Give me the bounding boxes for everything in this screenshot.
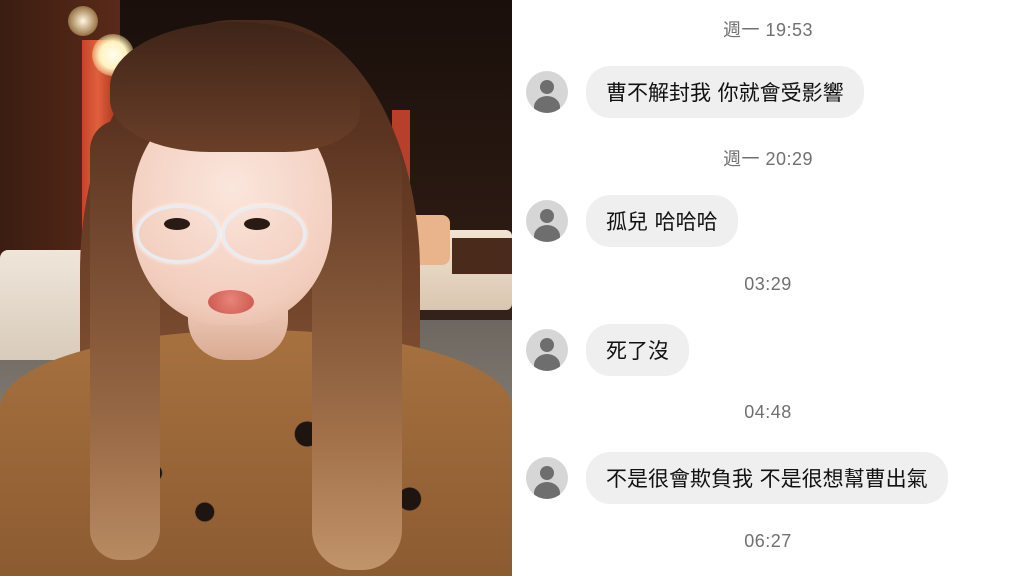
photo-lips	[208, 290, 254, 314]
selfie-photo	[0, 0, 512, 576]
photo-side-table	[452, 238, 512, 274]
chat-panel: 週一 19:53 曹不解封我 你就會受影響 週一 20:29 孤兒 哈哈哈 03…	[512, 0, 1024, 576]
message-bubble[interactable]: 不是很會欺負我 不是很想幫曹出氣	[586, 452, 948, 504]
avatar-shoulders	[534, 354, 560, 371]
message-timestamp: 03:29	[744, 274, 792, 294]
message-bubble[interactable]: 曹不解封我 你就會受影響	[586, 66, 864, 118]
message-timestamp: 04:48	[744, 402, 792, 422]
photo-hair-top	[110, 22, 360, 152]
message-row: 孤兒 哈哈哈	[526, 195, 738, 247]
avatar-head	[540, 209, 554, 223]
message-timestamp: 週一 20:29	[722, 149, 814, 169]
avatar-head	[540, 466, 554, 480]
avatar-icon[interactable]	[526, 457, 568, 499]
photo-leopard-top	[0, 330, 512, 576]
message-timestamp: 06:27	[744, 531, 792, 551]
avatar-icon[interactable]	[526, 329, 568, 371]
message-row: 不是很會欺負我 不是很想幫曹出氣	[526, 452, 948, 504]
message-row: 死了沒	[526, 324, 689, 376]
photo-lamp-small	[68, 6, 98, 36]
message-timestamp: 週一 19:53	[722, 20, 814, 40]
screenshot-frame: 週一 19:53 曹不解封我 你就會受影響 週一 20:29 孤兒 哈哈哈 03…	[0, 0, 1024, 576]
message-bubble[interactable]: 孤兒 哈哈哈	[586, 195, 738, 247]
avatar-head	[540, 80, 554, 94]
photo-glasses-right-lens	[222, 205, 306, 263]
avatar-shoulders	[534, 96, 560, 113]
avatar-icon[interactable]	[526, 71, 568, 113]
message-bubble[interactable]: 死了沒	[586, 324, 689, 376]
message-row: 曹不解封我 你就會受影響	[526, 66, 864, 118]
avatar-icon[interactable]	[526, 200, 568, 242]
photo-glasses-left-lens	[136, 205, 220, 263]
avatar-shoulders	[534, 225, 560, 242]
avatar-shoulders	[534, 482, 560, 499]
avatar-head	[540, 338, 554, 352]
